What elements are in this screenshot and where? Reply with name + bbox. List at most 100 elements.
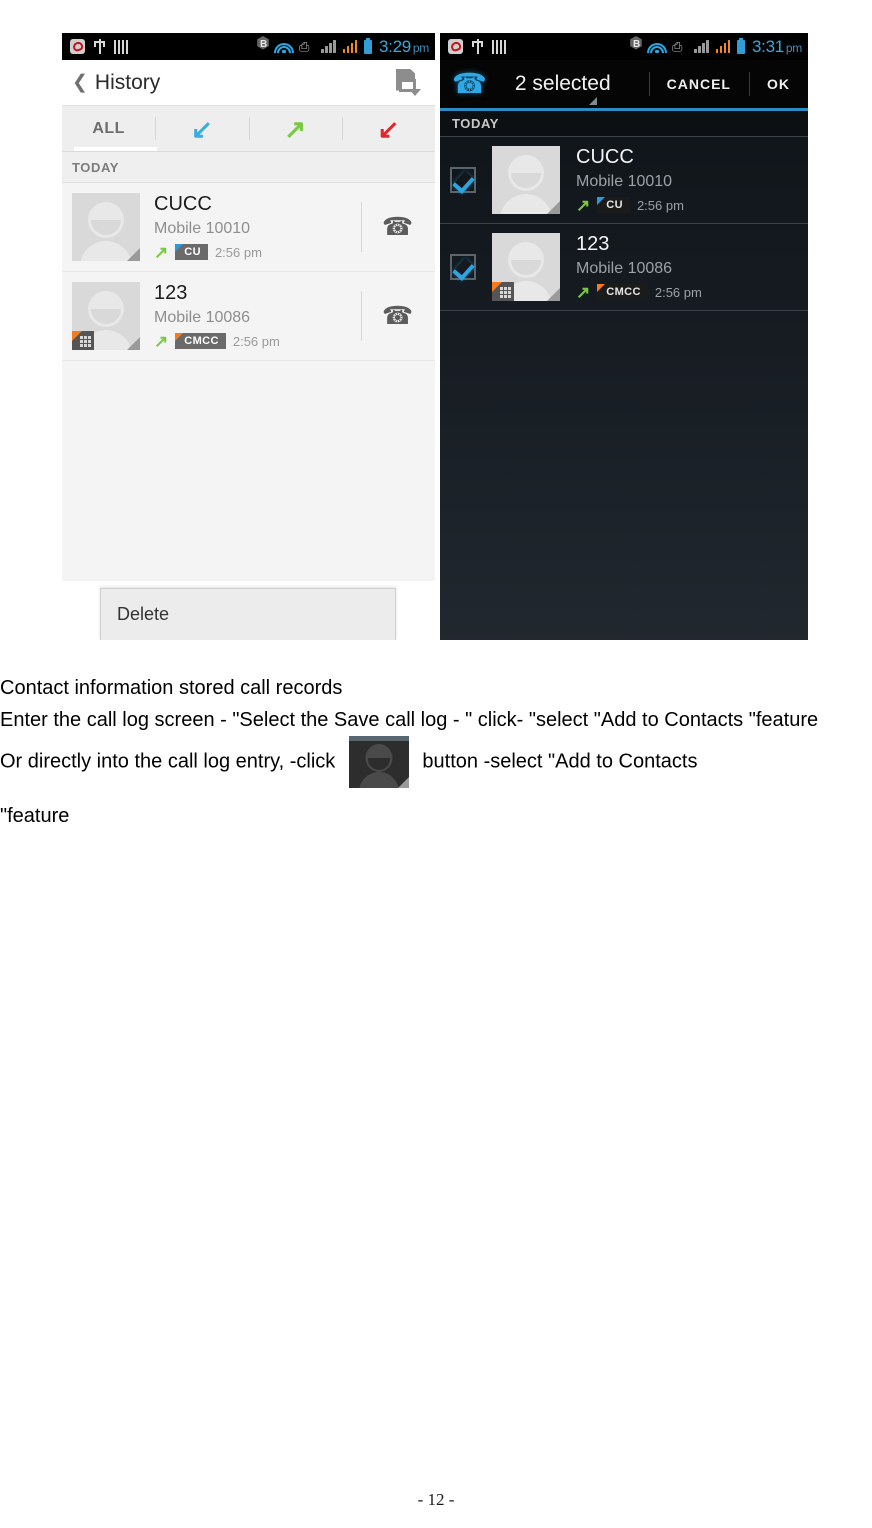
operator-badge: CU <box>175 244 208 261</box>
tab-incoming[interactable]: ↙ <box>155 106 248 151</box>
document-dropdown-icon[interactable] <box>396 68 421 97</box>
contact-name: CUCC <box>576 146 634 169</box>
outgoing-call-arrow-icon: ↗ <box>576 282 591 302</box>
contact-name: 123 <box>154 282 188 305</box>
doc-line-3: Or directly into the call log entry, -cl… <box>0 736 872 788</box>
chevron-down-icon <box>588 97 597 105</box>
sync-icon: ⎙ <box>672 38 683 54</box>
contact-number: Mobile 10086 <box>154 309 251 327</box>
outgoing-call-arrow-icon: ↗ <box>576 195 591 215</box>
right-status-bar: ⎙ 3:31pm <box>440 33 808 60</box>
row-checkbox[interactable] <box>450 167 476 193</box>
table-row[interactable]: 123 Mobile 10086 ↗ CMCC 2:56 pm ☎ <box>62 272 435 361</box>
bluetooth-icon <box>256 36 270 54</box>
tab-all[interactable]: ALL <box>62 106 155 151</box>
outgoing-call-arrow-icon: ↗ <box>154 242 169 262</box>
contact-name: 123 <box>576 233 610 256</box>
doc-line-1: Contact information stored call records <box>0 677 343 699</box>
contact-name: CUCC <box>154 193 212 216</box>
contact-number: Mobile 10086 <box>576 260 673 278</box>
call-entry-info: 123 Mobile 10086 ↗ CMCC 2:56 pm <box>154 282 361 350</box>
table-row[interactable]: 123 Mobile 10086 ↗ CMCC 2:56 pm <box>440 224 808 311</box>
call-filter-tabs: ALL ↙ ↗ ↙ <box>62 106 435 151</box>
table-row[interactable]: CUCC Mobile 10010 ↗ CU 2:56 pm ☎ <box>62 183 435 272</box>
status-icons-right: ⎙ 3:31pm <box>629 36 802 57</box>
section-header-today: TODAY <box>440 111 808 137</box>
call-meta: ↗ CU 2:56 pm <box>576 197 808 214</box>
back-chevron-icon[interactable]: ❮ <box>72 73 88 92</box>
selection-title-wrap[interactable]: 2 selected <box>514 72 611 105</box>
app-red-icon <box>448 39 463 54</box>
doc-line-3-before: Or directly into the call log entry, -cl… <box>0 750 336 773</box>
wifi-icon <box>647 40 668 53</box>
outgoing-call-arrow-icon: ↗ <box>154 331 169 351</box>
battery-icon <box>737 37 746 54</box>
tab-missed[interactable]: ↙ <box>341 106 435 151</box>
wifi-icon <box>274 40 295 53</box>
missed-call-arrow-icon: ↙ <box>377 113 400 144</box>
call-meta: ↗ CMCC 2:56 pm <box>154 333 361 350</box>
call-entry-info: 123 Mobile 10086 ↗ CMCC 2:56 pm <box>576 233 808 301</box>
status-clock: 3:29 pm <box>379 36 429 56</box>
call-meta: ↗ CU 2:56 pm <box>154 244 361 261</box>
status-icons-right: ⎙ 3:29pm <box>256 36 429 57</box>
left-action-bar: ❮ History <box>62 60 435 106</box>
blue-phone-handset-icon: ☎ <box>452 68 487 99</box>
tab-outgoing[interactable]: ↗ <box>248 106 342 151</box>
bluetooth-icon <box>629 36 643 54</box>
status-clock: 3:31 pm <box>752 36 802 56</box>
signal-sim1-icon <box>321 40 336 53</box>
phone-handset-icon: ☎ <box>382 212 414 241</box>
call-back-button[interactable]: ☎ <box>361 272 435 360</box>
left-status-bar: ⎙ 3:29pm <box>62 33 435 60</box>
section-header-today: TODAY <box>62 152 435 183</box>
avatar-wrap <box>492 146 560 214</box>
bars-icon <box>492 39 506 54</box>
status-icons-left <box>70 39 128 54</box>
contact-number: Mobile 10010 <box>154 220 251 238</box>
phone-handset-icon: ☎ <box>382 301 414 330</box>
avatar <box>72 282 140 350</box>
signal-sim2-icon <box>342 40 358 53</box>
avatar-wrap <box>492 233 560 301</box>
sim-card-badge-icon <box>492 282 514 301</box>
call-back-button[interactable]: ☎ <box>361 183 435 271</box>
delete-button[interactable]: Delete <box>100 588 396 640</box>
call-time: 2:56 pm <box>214 244 262 260</box>
usb-icon <box>472 39 483 54</box>
avatar <box>492 233 560 301</box>
contact-number: Mobile 10010 <box>576 173 673 191</box>
page-number-footer: - 12 - <box>417 1490 455 1509</box>
document-body-text: Contact information stored call records … <box>0 672 872 832</box>
page-title: History <box>94 70 161 94</box>
selection-count-title: 2 selected <box>514 72 611 95</box>
empty-list-area <box>62 361 435 581</box>
right-action-bar: ☎ 2 selected CANCEL OK <box>440 60 808 108</box>
table-row[interactable]: CUCC Mobile 10010 ↗ CU 2:56 pm <box>440 137 808 224</box>
call-meta: ↗ CMCC 2:56 pm <box>576 284 808 301</box>
app-red-icon <box>70 39 85 54</box>
doc-line-3-after: button -select "Add to Contacts <box>422 750 698 773</box>
operator-badge: CMCC <box>175 333 226 350</box>
row-checkbox[interactable] <box>450 254 476 280</box>
delete-button-label: Delete <box>117 604 170 624</box>
doc-line-4: "feature <box>0 805 70 827</box>
contact-avatar-thumbnail-icon <box>348 736 409 788</box>
cancel-button[interactable]: CANCEL <box>648 60 749 108</box>
outgoing-call-arrow-icon: ↗ <box>284 113 307 144</box>
battery-icon <box>364 37 373 54</box>
avatar <box>492 146 560 214</box>
bars-icon <box>114 39 128 54</box>
call-entry-info: CUCC Mobile 10010 ↗ CU 2:56 pm <box>576 146 808 214</box>
tab-selected-indicator <box>74 147 157 151</box>
avatar <box>72 193 140 261</box>
call-time: 2:56 pm <box>232 333 280 349</box>
doc-line-2: Enter the call log screen - "Select the … <box>0 709 819 731</box>
incoming-call-arrow-icon: ↙ <box>190 113 213 144</box>
right-list-body: TODAY CUCC Mobile 10010 ↗ CU 2:56 pm 123… <box>440 111 808 640</box>
ok-button[interactable]: OK <box>749 60 808 108</box>
left-phone-screenshot: ⎙ 3:29pm ❮ History ALL ↙ ↗ ↙ TODAY <box>62 33 435 640</box>
signal-sim2-icon <box>715 40 731 53</box>
operator-badge: CU <box>597 197 630 214</box>
status-icons-left <box>448 39 506 54</box>
